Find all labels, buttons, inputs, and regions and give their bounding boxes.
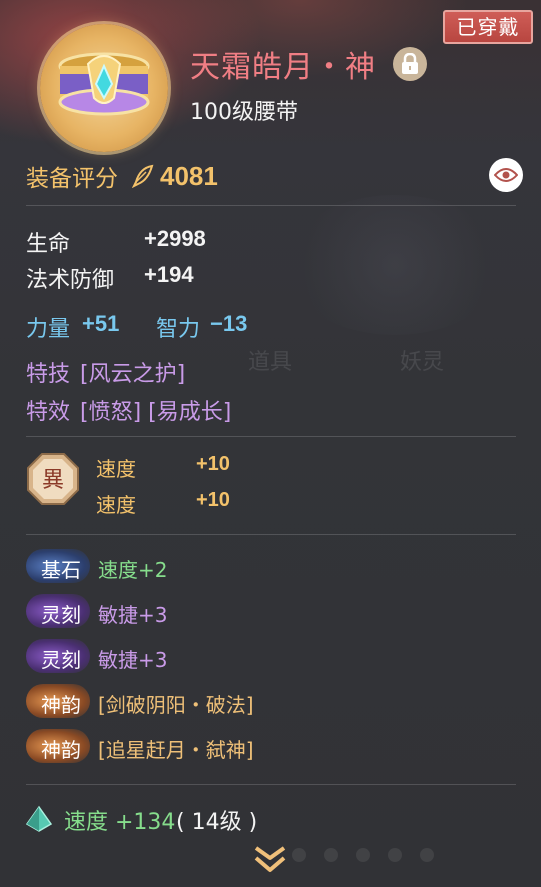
- attr-value-strength: +51: [82, 311, 120, 336]
- page-indicator: [292, 848, 434, 862]
- gem-label: 基石: [41, 558, 81, 582]
- stat-name-hp: 生命: [26, 232, 71, 257]
- attr-name-strength: 力量: [26, 317, 71, 342]
- chevron-double-down-icon[interactable]: [250, 842, 290, 876]
- divider: [26, 436, 516, 437]
- gem-text: 敏捷+3: [98, 648, 168, 672]
- gem-text: 速度+2: [98, 558, 168, 582]
- gem-label: 神韵: [41, 738, 81, 762]
- special-effect-values[interactable]: [愤怒] [易成长]: [80, 394, 231, 426]
- item-name: 天霜皓月・神: [190, 50, 376, 85]
- divider: [26, 205, 516, 206]
- page-dot[interactable]: [388, 848, 402, 862]
- score-value: 4081: [160, 160, 218, 191]
- special-effect-label: 特效: [26, 400, 71, 425]
- background-tab-items: 道具: [248, 350, 293, 375]
- rune-line-2-name: 速度: [96, 493, 136, 517]
- divider: [26, 534, 516, 535]
- page-dot[interactable]: [324, 848, 338, 862]
- rune-octagon-icon: 異: [26, 452, 80, 506]
- page-dot[interactable]: [292, 848, 306, 862]
- attr-name-intelligence: 智力: [156, 317, 201, 342]
- quill-icon: [132, 164, 154, 188]
- background-emblem: [285, 195, 505, 335]
- gem-text: [追星赶月・弑神]: [98, 738, 254, 762]
- gem-label: 神韵: [41, 693, 81, 717]
- equipped-badge: 已穿戴: [443, 10, 533, 44]
- rune-line-1-name: 速度: [96, 457, 136, 481]
- stat-value-magic-defense: +194: [144, 262, 194, 287]
- eye-icon[interactable]: [489, 158, 523, 192]
- attr-value-intelligence: −13: [210, 311, 248, 336]
- gem-text: 敏捷+3: [98, 603, 168, 627]
- page-dot[interactable]: [356, 848, 370, 862]
- equipment-tooltip-panel: 道具 妖灵 已穿戴 天霜皓月・神 100级腰带 装备评分 4081 生命 +29…: [0, 0, 541, 887]
- rune-line-2-value: +10: [196, 489, 230, 511]
- refine-level: ( 14级 ): [176, 810, 258, 835]
- special-skill-value[interactable]: [风云之护]: [80, 356, 185, 388]
- lock-icon[interactable]: [393, 47, 427, 81]
- gem-text: [剑破阴阳・破法]: [98, 693, 254, 717]
- background-tab-spirits: 妖灵: [400, 350, 445, 375]
- stat-name-magic-defense: 法术防御: [26, 268, 115, 293]
- stat-value-hp: +2998: [144, 226, 206, 251]
- refine-stat: 速度 +134: [64, 810, 176, 835]
- divider: [26, 784, 516, 785]
- gem-label: 灵刻: [41, 648, 81, 672]
- gem-label: 灵刻: [41, 603, 81, 627]
- rune-line-1-value: +10: [196, 453, 230, 475]
- special-skill-label: 特技: [26, 362, 71, 387]
- rune-glyph: 異: [42, 468, 64, 493]
- equipment-score: 装备评分 4081: [26, 158, 218, 194]
- score-label: 装备评分: [26, 166, 118, 192]
- belt-item-icon: [40, 24, 168, 152]
- item-level-type: 100级腰带: [190, 100, 298, 125]
- page-dot[interactable]: [420, 848, 434, 862]
- crystal-icon: [25, 805, 53, 832]
